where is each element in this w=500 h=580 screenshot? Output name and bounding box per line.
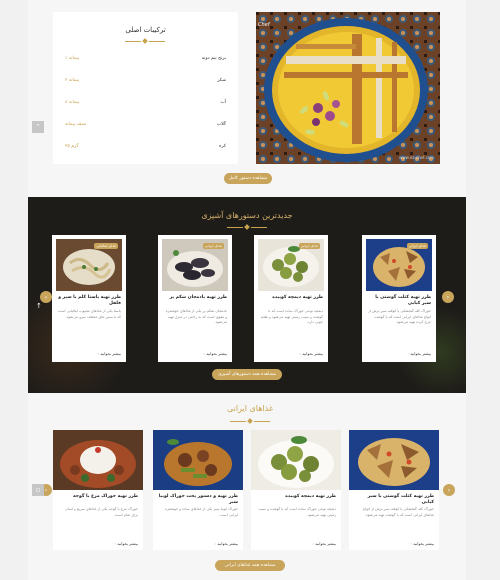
category-badge: غذای ایرانی <box>406 243 428 249</box>
read-more-link[interactable]: بیشتر بخوانید ‹ <box>212 541 238 546</box>
category-badge: غذای ایرانی <box>298 243 320 249</box>
title-divider <box>230 418 270 424</box>
title-divider <box>227 224 267 230</box>
recipe-image: غذای ایتالیایی <box>56 239 122 291</box>
ingredient-name: شکر <box>217 77 226 83</box>
chevron-left-icon: ‹ <box>44 486 48 494</box>
ingredient-name: آب <box>220 99 227 105</box>
recipe-excerpt: پاستا یکی از غذاهای محبوب ایتالیایی است … <box>58 309 121 319</box>
ingredient-row: ۲ پیمانه شکر <box>65 74 226 86</box>
recipe-card[interactable]: غذای ایرانی طرز تهیه دیمچه کوبیده دیمچه … <box>254 235 328 362</box>
recipe-photo: Chef www.ez-chef.com <box>256 12 440 164</box>
recipe-image: غذای ایرانی <box>366 239 432 291</box>
recipe-excerpt: بادمجان شکم پر یکی از غذاهای خوشمزه و مق… <box>165 309 227 324</box>
read-more-link[interactable]: بیشتر بخوانید ‹ <box>201 351 227 356</box>
ingredient-qty: ۲۵ گرم <box>65 143 79 149</box>
recipe-card[interactable]: غذای ایتالیایی طرز تهیه پاستا کلم با سیر… <box>52 235 126 362</box>
recipe-card[interactable]: طرز تهیه خوراک مرغ با گوجه خوراک مرغ با … <box>53 430 143 550</box>
chevron-right-icon: › <box>446 293 450 301</box>
category-badge: غذای ایتالیایی <box>94 243 118 249</box>
title-divider <box>125 38 165 44</box>
ingredient-name: برنج نیم دونه <box>201 55 226 61</box>
read-more-link[interactable]: بیشتر بخوانید ‹ <box>297 351 323 356</box>
chevron-left-icon: ‹ <box>114 541 117 546</box>
recipe-title[interactable]: طرز تهیه کتلت گوشتی با سیر کبابی <box>354 494 434 506</box>
chevron-left-icon: ‹ <box>407 351 410 356</box>
ingredient-name: کره <box>219 143 226 149</box>
ingredient-qty: ۱ پیمانه <box>65 55 80 61</box>
carousel-next-button[interactable]: › <box>442 291 454 303</box>
recipe-title[interactable]: طرز تهیه کتلت گوشتی با سیر کبابی <box>367 295 431 307</box>
category-badge: غذای ایرانی <box>202 243 224 249</box>
ingredient-row: ۸ پیمانه آب <box>65 96 226 108</box>
recipe-title[interactable]: طرز تهیه دیمچه کوبیده <box>259 295 323 301</box>
recipe-title[interactable]: طرز تهیه خوراک مرغ با گوجه <box>58 494 138 500</box>
recipe-image: غذای ایرانی <box>162 239 228 291</box>
recipe-card[interactable]: غذای ایرانی طرز تهیه کتلت گوشتی با سیر ک… <box>362 235 436 362</box>
chevron-left-icon: ‹ <box>203 351 206 356</box>
recipe-title[interactable]: طرز تهیه و دستور پخت خوراک لوبیا سبز <box>158 494 238 506</box>
read-more-link[interactable]: بیشتر بخوانید ‹ <box>95 351 121 356</box>
carousel-next-button[interactable]: › <box>443 484 455 496</box>
chevron-left-icon: ‹ <box>299 351 302 356</box>
square-icon: ▫ <box>35 486 41 494</box>
ingredients-card: ترکیبات اصلی ۱ پیمانه برنج نیم دونه ۲ پی… <box>53 12 238 164</box>
photo-logo: Chef <box>258 22 270 28</box>
recipe-excerpt: خوراک کله گنجشکی یا کوفته سیر ترش از انو… <box>363 507 434 517</box>
recipe-excerpt: خوراک کله گنجشکی یا کوفته سیر ترش از انو… <box>368 309 431 324</box>
chevron-right-icon: › <box>447 486 451 494</box>
ingredient-qty: ۸ پیمانه <box>65 99 80 105</box>
ingredient-row: ۱ پیمانه برنج نیم دونه <box>65 52 226 64</box>
recipe-card[interactable]: طرز تهیه کتلت گوشتی با سیر کبابی خوراک ک… <box>349 430 439 550</box>
recipe-excerpt: خوراک مرغ با گوجه یکی از غذاهای سریع و آ… <box>65 507 138 517</box>
recipe-image <box>153 430 243 490</box>
recipe-excerpt: دیمچه نوعی خوراک ساده است که با گوشت و س… <box>258 507 336 517</box>
ingredient-name: گلاب <box>216 121 226 127</box>
view-full-recipe-button[interactable]: مشاهده دستور کامل <box>224 173 272 184</box>
recipe-title[interactable]: طرز تهیه پاستا کلم با سیر و فلفل <box>57 295 121 307</box>
photo-watermark: www.ez-chef.com <box>399 155 434 160</box>
ingredient-row: نصف پیمانه گلاب <box>65 118 226 130</box>
recipe-title[interactable]: طرز تهیه دیمچه کوبیده <box>256 494 336 500</box>
ingredient-qty: نصف پیمانه <box>65 121 87 127</box>
recipe-image: غذای ایرانی <box>258 239 324 291</box>
latest-recipes-section: جدیدترین دستورهای آشپزی غذای ایرانی طرز … <box>28 197 466 393</box>
scroll-button[interactable]: ▫ <box>32 484 44 496</box>
iranian-foods-title: غذاهای ایرانی <box>226 404 274 413</box>
read-more-link[interactable]: بیشتر بخوانید ‹ <box>310 541 336 546</box>
recipe-image <box>53 430 143 490</box>
ingredient-row: ۲۵ گرم کره <box>65 140 226 152</box>
chevron-left-icon: ‹ <box>410 541 413 546</box>
read-more-link[interactable]: بیشتر بخوانید ‹ <box>405 351 431 356</box>
chevron-left-icon: ‹ <box>214 541 217 546</box>
view-all-recipes-button[interactable]: مشاهده همه دستورهای آشپزی <box>212 369 282 380</box>
recipe-excerpt: دیمچه نوعی خوراک ساده است که با گوشت و س… <box>260 309 323 324</box>
chevron-left-icon: ‹ <box>44 293 48 301</box>
read-more-link[interactable]: بیشتر بخوانید ‹ <box>112 541 138 546</box>
recipe-title[interactable]: طرز تهیه بادمجان شکم پر <box>163 295 227 301</box>
recipe-image <box>251 430 341 490</box>
ingredients-title: ترکیبات اصلی <box>125 26 166 34</box>
recipe-image <box>349 430 439 490</box>
chevron-left-icon: ‹ <box>312 541 315 546</box>
recipe-card[interactable]: طرز تهیه و دستور پخت خوراک لوبیا سبز خور… <box>153 430 243 550</box>
recipe-excerpt: خوراک لوبیا سبز یکی از غذاهای ساده و خوش… <box>164 507 238 517</box>
chevron-up-icon: ⌃ <box>35 123 41 131</box>
latest-recipes-title: جدیدترین دستورهای آشپزی <box>201 211 293 220</box>
recipe-card[interactable]: غذای ایرانی طرز تهیه بادمجان شکم پر بادم… <box>158 235 232 362</box>
read-more-link[interactable]: بیشتر بخوانید ‹ <box>408 541 434 546</box>
chevron-left-icon: ‹ <box>97 351 100 356</box>
ingredient-qty: ۲ پیمانه <box>65 77 80 83</box>
scroll-up-button[interactable]: ⌃ <box>32 121 44 133</box>
recipe-card[interactable]: طرز تهیه دیمچه کوبیده دیمچه نوعی خوراک س… <box>251 430 341 550</box>
view-all-iranian-foods-button[interactable]: مشاهده همه غذاهای ایرانی <box>215 560 285 571</box>
arrow-up-icon[interactable]: ↑ <box>36 302 42 310</box>
